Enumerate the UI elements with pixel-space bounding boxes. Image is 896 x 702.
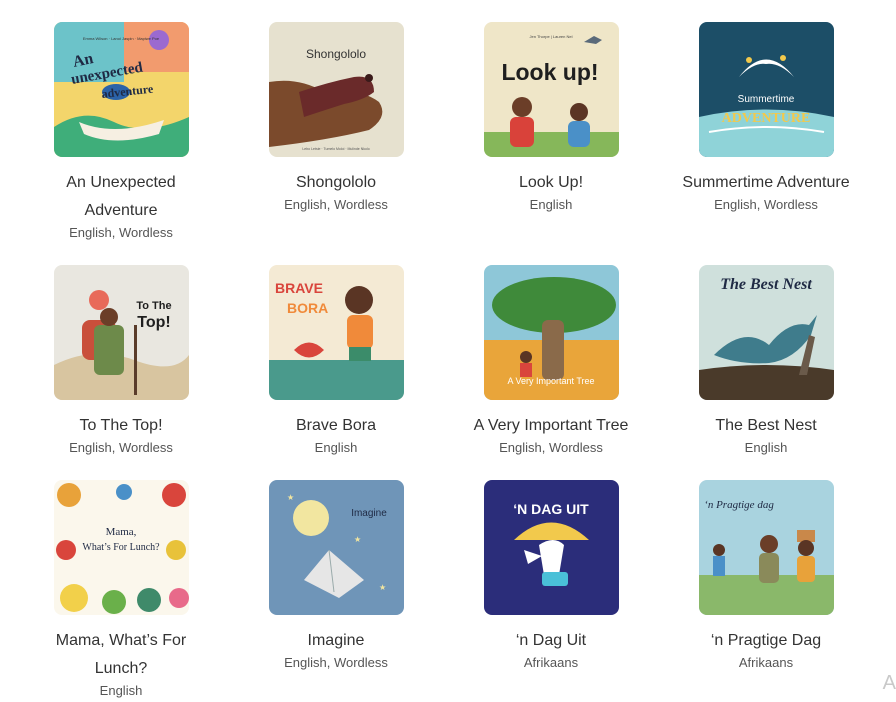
svg-text:Jen Thorpe | Lauren Nel: Jen Thorpe | Lauren Nel xyxy=(529,34,572,39)
book-cover[interactable]: BRAVE BORA xyxy=(268,265,404,400)
svg-text:‘n Pragtige dag: ‘n Pragtige dag xyxy=(704,499,774,511)
book-title[interactable]: ‘n Dag Uit xyxy=(446,627,656,655)
book-card[interactable]: Jen Thorpe | Lauren Nel Look up! Look Up… xyxy=(446,22,656,215)
svg-text:Emma Wilson · Lanoi Jaspin · M: Emma Wilson · Lanoi Jaspin · Mapiwe Poe xyxy=(82,36,159,41)
book-languages: English, Wordless xyxy=(284,197,388,212)
book-cover[interactable]: A Very Important Tree xyxy=(483,265,619,400)
book-card[interactable]: Summertime ADVENTURE Summertime Adventur… xyxy=(661,22,871,215)
shongololo-cover: Shongololo Lebo Letsie · Tumelo Moloi · … xyxy=(268,22,404,157)
an-unexpected-adventure-cover: Emma Wilson · Lanoi Jaspin · Mapiwe Poe … xyxy=(53,22,189,157)
corner-letter: A xyxy=(882,672,896,694)
book-card[interactable]: Shongololo Lebo Letsie · Tumelo Moloi · … xyxy=(231,22,441,215)
book-cover[interactable]: Summertime ADVENTURE xyxy=(698,22,834,157)
svg-text:★: ★ xyxy=(379,583,386,592)
book-title[interactable]: The Best Nest xyxy=(661,412,871,440)
book-cover[interactable]: ★ ★ ★ Imagine xyxy=(268,480,404,615)
book-languages: English, Wordless xyxy=(69,225,173,240)
svg-text:★: ★ xyxy=(287,493,294,502)
svg-text:Shongololo: Shongololo xyxy=(305,47,365,61)
book-languages: English xyxy=(314,440,358,455)
svg-text:A Very Important Tree: A Very Important Tree xyxy=(507,376,594,386)
book-cover[interactable]: Jen Thorpe | Lauren Nel Look up! xyxy=(483,22,619,157)
svg-text:★: ★ xyxy=(354,535,361,544)
svg-text:Summertime: Summertime xyxy=(737,94,794,105)
book-languages: Afrikaans xyxy=(738,655,794,670)
svg-text:Lebo Letsie · Tumelo Moloi · M: Lebo Letsie · Tumelo Moloi · Mulinde Nko… xyxy=(302,147,369,151)
book-card[interactable]: ‘n Pragtige dag ‘n Pragtige Dag Afrikaan… xyxy=(661,480,871,673)
book-cover[interactable]: Shongololo Lebo Letsie · Tumelo Moloi · … xyxy=(268,22,404,157)
book-title[interactable]: Imagine xyxy=(231,627,441,655)
book-title[interactable]: Brave Bora xyxy=(231,412,441,440)
book-languages: Afrikaans xyxy=(523,655,579,670)
svg-text:Look up!: Look up! xyxy=(501,59,598,85)
book-cover[interactable]: The Best Nest xyxy=(698,265,834,400)
book-languages: English xyxy=(99,683,143,698)
book-card[interactable]: Emma Wilson · Lanoi Jaspin · Mapiwe Poe … xyxy=(16,22,226,243)
book-languages: English xyxy=(529,197,573,212)
book-card[interactable]: A Very Important Tree A Very Important T… xyxy=(446,265,656,458)
book-card[interactable]: BRAVE BORA Brave Bora English xyxy=(231,265,441,458)
book-title[interactable]: A Very Important Tree xyxy=(446,412,656,440)
svg-text:BORA: BORA xyxy=(287,300,328,316)
book-title[interactable]: Shongololo xyxy=(231,169,441,197)
book-title[interactable]: Mama, What’s For Lunch? xyxy=(16,627,226,683)
n-pragtige-dag-cover: ‘n Pragtige dag xyxy=(698,480,834,615)
book-cover[interactable]: ‘n Pragtige dag xyxy=(698,480,834,615)
book-card[interactable]: The Best Nest The Best Nest English xyxy=(661,265,871,458)
book-languages: English xyxy=(744,440,788,455)
book-card[interactable]: To The Top! To The Top! English, Wordles… xyxy=(16,265,226,458)
look-up-cover: Jen Thorpe | Lauren Nel Look up! xyxy=(483,22,619,157)
imagine-cover: ★ ★ ★ Imagine xyxy=(268,480,404,615)
book-title[interactable]: Summertime Adventure xyxy=(661,169,871,197)
book-languages: English, Wordless xyxy=(284,655,388,670)
mama-whats-for-lunch-cover: Mama, What’s For Lunch? xyxy=(53,480,189,615)
the-best-nest-cover: The Best Nest xyxy=(698,265,834,400)
n-dag-uit-cover: ‘N DAG UIT xyxy=(483,480,619,615)
svg-text:Top!: Top! xyxy=(137,314,170,331)
a-very-important-tree-cover: A Very Important Tree xyxy=(483,265,619,400)
summertime-adventure-cover: Summertime ADVENTURE xyxy=(698,22,834,157)
book-cover[interactable]: ‘N DAG UIT xyxy=(483,480,619,615)
svg-text:BRAVE: BRAVE xyxy=(275,280,323,296)
book-title[interactable]: ‘n Pragtige Dag xyxy=(661,627,871,655)
book-cover[interactable]: Emma Wilson · Lanoi Jaspin · Mapiwe Poe … xyxy=(53,22,189,157)
svg-text:ADVENTURE: ADVENTURE xyxy=(721,111,810,126)
brave-bora-cover: BRAVE BORA xyxy=(268,265,404,400)
svg-text:What’s For Lunch?: What’s For Lunch? xyxy=(82,542,160,553)
to-the-top-cover: To The Top! xyxy=(53,265,189,400)
book-languages: English, Wordless xyxy=(499,440,603,455)
svg-text:Imagine: Imagine xyxy=(351,508,387,519)
book-title[interactable]: An Unexpected Adventure xyxy=(16,169,226,225)
svg-text:To The: To The xyxy=(136,300,171,312)
book-cover[interactable]: Mama, What’s For Lunch? xyxy=(53,480,189,615)
book-languages: English, Wordless xyxy=(69,440,173,455)
svg-text:The Best Nest: The Best Nest xyxy=(720,276,812,293)
book-title[interactable]: To The Top! xyxy=(16,412,226,440)
svg-text:Mama,: Mama, xyxy=(105,526,136,538)
book-title[interactable]: Look Up! xyxy=(446,169,656,197)
svg-text:‘N DAG UIT: ‘N DAG UIT xyxy=(513,501,589,517)
book-card[interactable]: ★ ★ ★ Imagine Imagine English, Wordless xyxy=(231,480,441,673)
book-card[interactable]: Mama, What’s For Lunch? Mama, What’s For… xyxy=(16,480,226,701)
book-cover[interactable]: To The Top! xyxy=(53,265,189,400)
book-languages: English, Wordless xyxy=(714,197,818,212)
book-card[interactable]: ‘N DAG UIT ‘n Dag Uit Afrikaans xyxy=(446,480,656,673)
